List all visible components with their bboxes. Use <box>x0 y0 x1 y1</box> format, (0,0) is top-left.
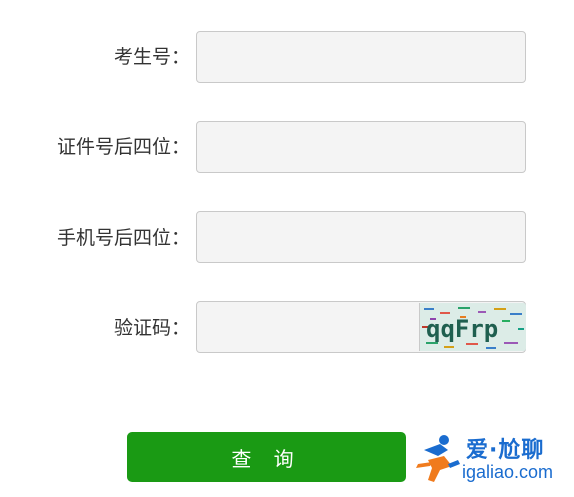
label-exam-number: 考生号： <box>113 46 190 68</box>
label-id-last-four: 证件号后四位： <box>56 136 190 158</box>
svg-text:qqFrp: qqFrp <box>426 315 498 343</box>
watermark-logo: 爱·尬聊 igaliao.com <box>414 430 574 492</box>
watermark-url: igaliao.com <box>462 462 554 482</box>
watermark-title: 爱·尬聊 <box>466 438 545 463</box>
query-form: 考生号： 证件号后四位： 手机号后四位： 验证码： qqFrp 查 询 爱·尬聊… <box>0 0 574 497</box>
phone-last-four-input[interactable] <box>196 211 526 263</box>
captcha-noise: qqFrp <box>420 303 526 351</box>
query-button[interactable]: 查 询 <box>127 432 406 482</box>
id-last-four-input[interactable] <box>196 121 526 173</box>
runner-logo-icon <box>416 435 460 482</box>
captcha-image[interactable]: qqFrp <box>419 303 526 351</box>
exam-number-input[interactable] <box>196 31 526 83</box>
label-captcha: 验证码： <box>113 317 190 339</box>
label-phone-last-four: 手机号后四位： <box>56 227 190 249</box>
